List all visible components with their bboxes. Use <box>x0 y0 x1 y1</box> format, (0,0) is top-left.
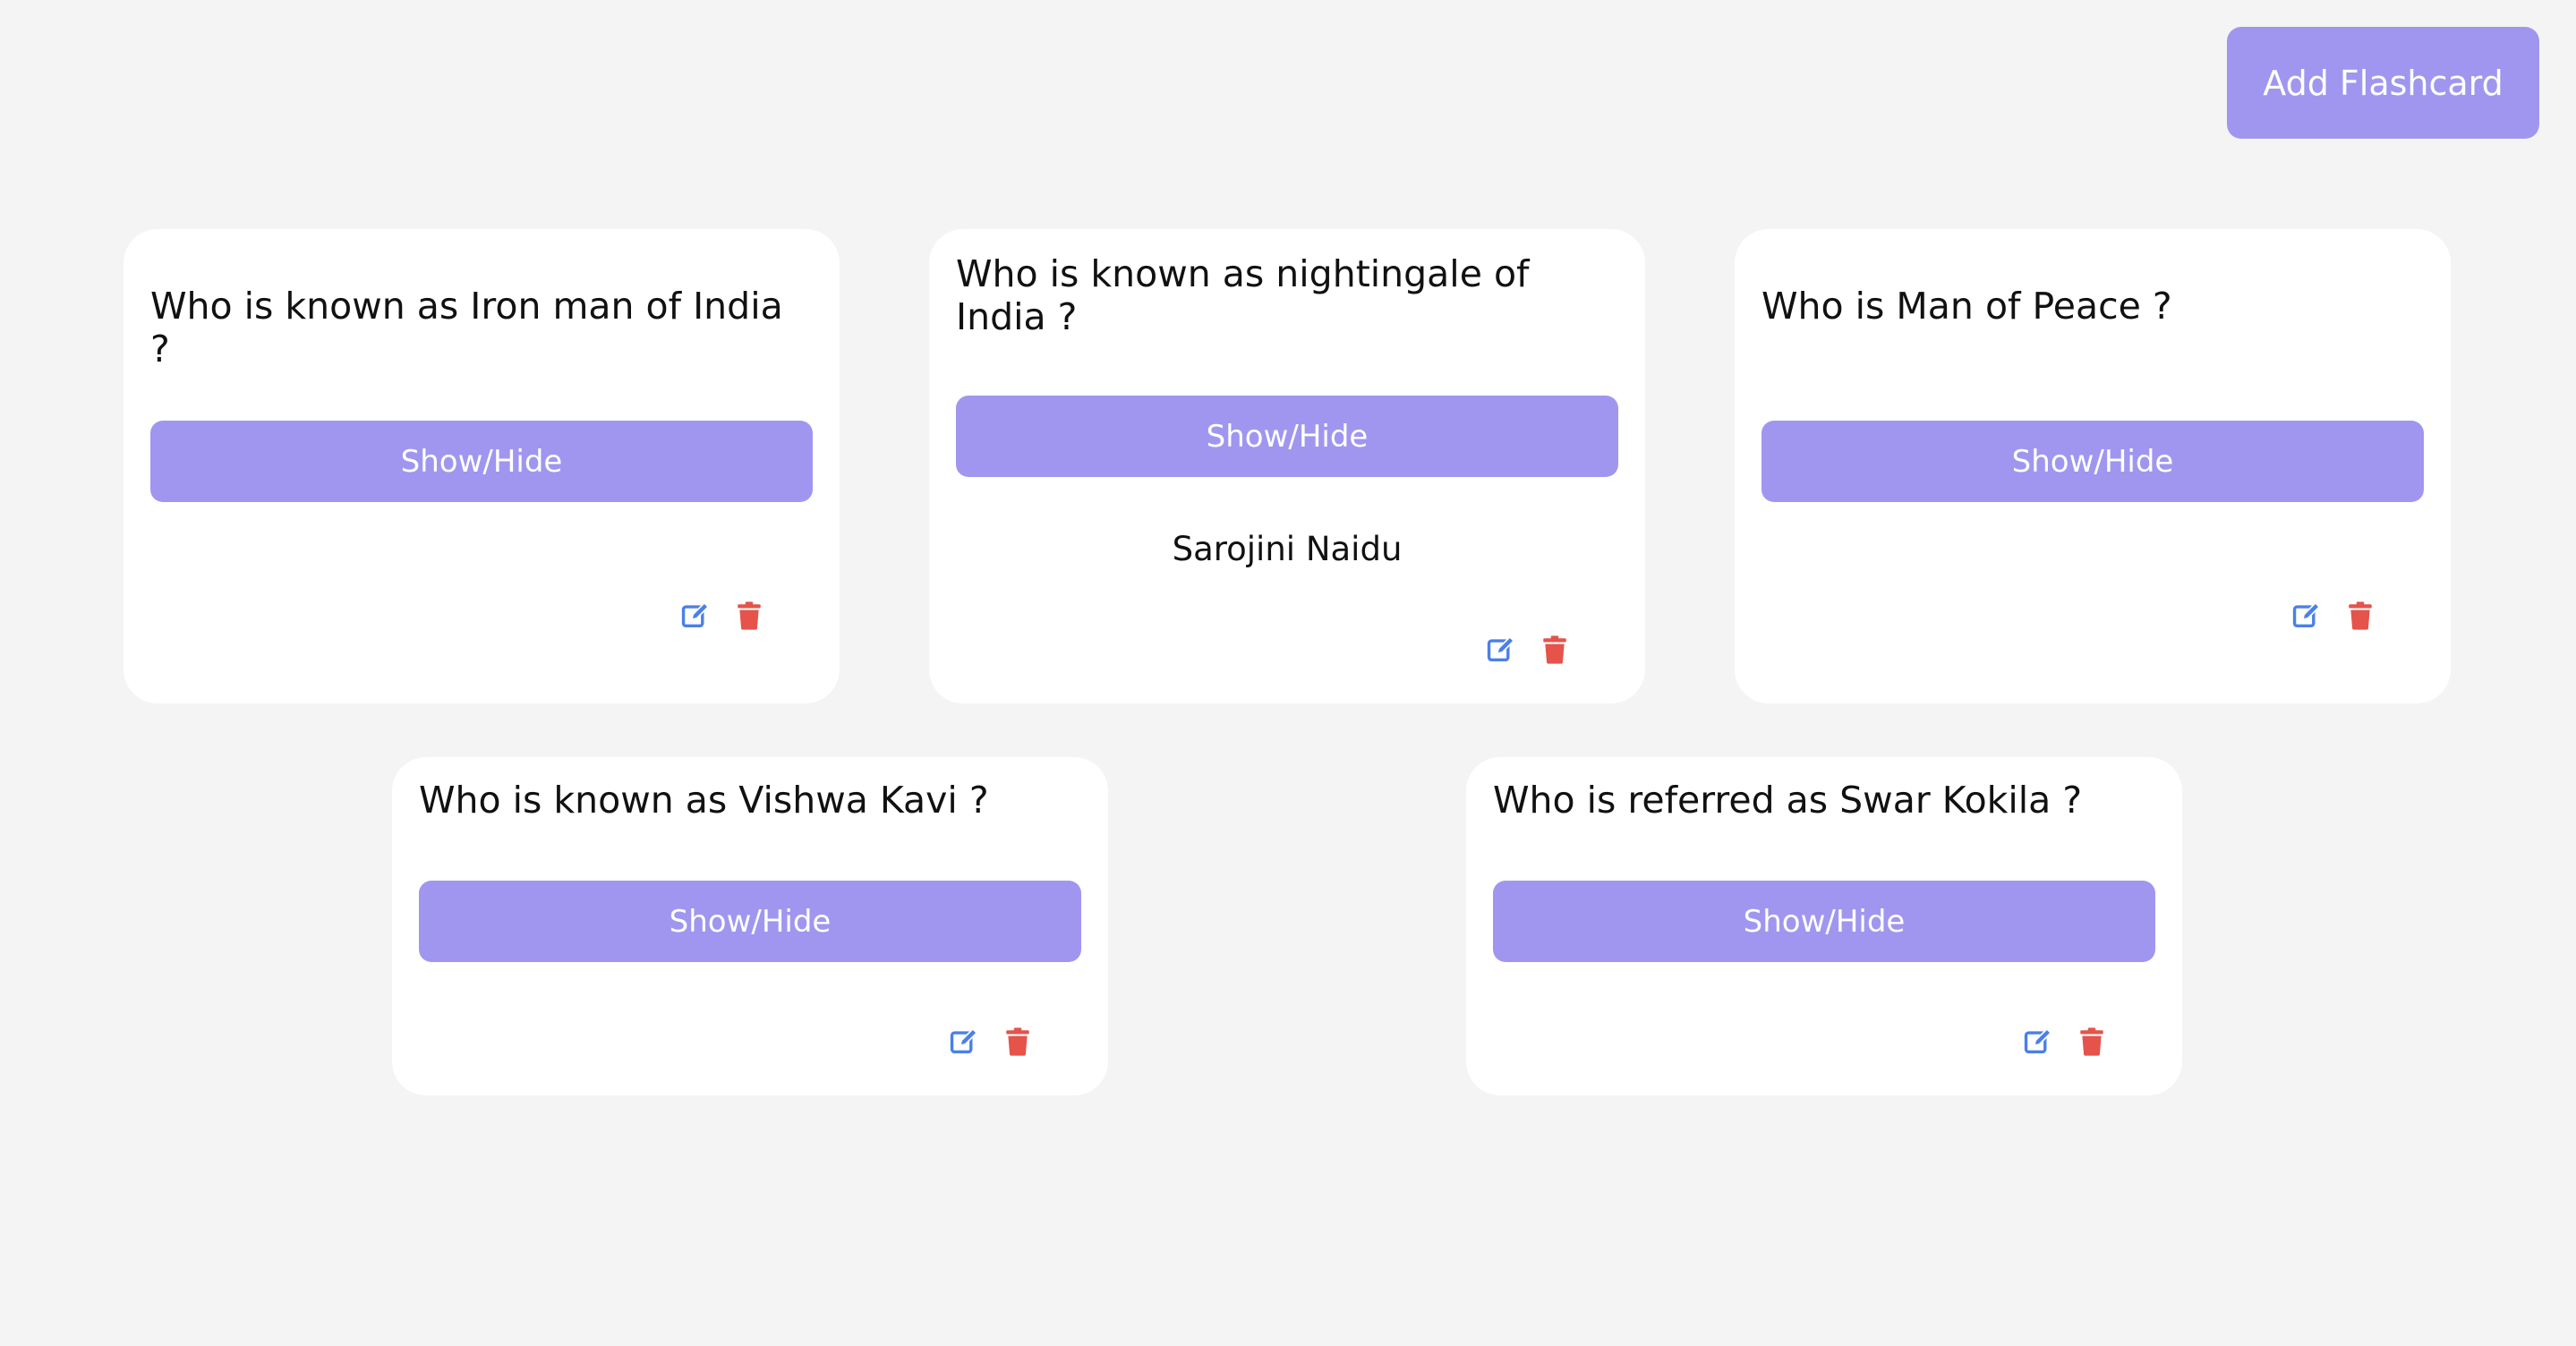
show-hide-button[interactable]: Show/Hide <box>1761 421 2424 502</box>
trash-icon[interactable] <box>734 600 764 632</box>
show-hide-button[interactable]: Show/Hide <box>150 421 813 502</box>
edit-icon[interactable] <box>2291 600 2322 632</box>
flashcard: Who is Man of Peace ? Show/Hide <box>1735 229 2451 703</box>
show-hide-button[interactable]: Show/Hide <box>1493 881 2155 962</box>
edit-icon[interactable] <box>1486 634 1516 666</box>
flashcard: Who is referred as Swar Kokila ? Show/Hi… <box>1466 757 2182 1095</box>
show-hide-button[interactable]: Show/Hide <box>956 396 1618 477</box>
flashcard: Who is known as Iron man of India ? Show… <box>124 229 840 703</box>
flashcard-question: Who is known as Vishwa Kavi ? <box>419 779 989 822</box>
flashcard-question: Who is Man of Peace ? <box>1761 285 2172 328</box>
trash-icon[interactable] <box>2345 600 2376 632</box>
card-actions <box>2023 1026 2107 1058</box>
flashcard-question: Who is known as Iron man of India ? <box>150 285 783 371</box>
flashcard-question: Who is known as nightingale of India ? <box>956 252 1530 338</box>
card-actions <box>680 600 764 632</box>
trash-icon[interactable] <box>1540 634 1570 666</box>
edit-icon[interactable] <box>2023 1026 2053 1058</box>
trash-icon[interactable] <box>2077 1026 2107 1058</box>
flashcard: Who is known as nightingale of India ? S… <box>929 229 1645 703</box>
trash-icon[interactable] <box>1002 1026 1033 1058</box>
edit-icon[interactable] <box>680 600 711 632</box>
card-actions <box>2291 600 2376 632</box>
flashcard-question: Who is referred as Swar Kokila ? <box>1493 779 2083 822</box>
add-flashcard-button[interactable]: Add Flashcard <box>2227 27 2539 139</box>
card-actions <box>949 1026 1033 1058</box>
flashcard-answer: Sarojini Naidu <box>1172 530 1403 568</box>
flashcard: Who is known as Vishwa Kavi ? Show/Hide <box>392 757 1108 1095</box>
show-hide-button[interactable]: Show/Hide <box>419 881 1081 962</box>
card-actions <box>1486 634 1570 666</box>
edit-icon[interactable] <box>949 1026 979 1058</box>
